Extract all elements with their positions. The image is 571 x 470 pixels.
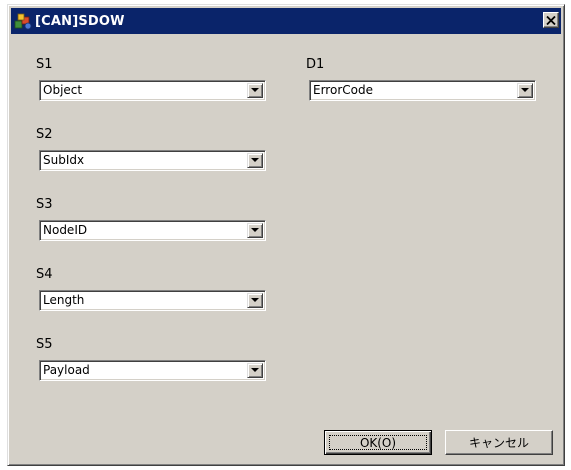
chevron-down-icon bbox=[521, 88, 529, 92]
close-button[interactable] bbox=[543, 12, 559, 28]
dialog-window: [CAN]SDOW S1 Object S2 SubIdx S3 NodeID … bbox=[7, 4, 565, 466]
s3-dropdown-arrow[interactable] bbox=[247, 223, 263, 238]
cancel-button[interactable]: キャンセル bbox=[445, 430, 553, 455]
d1-label: D1 bbox=[306, 57, 325, 72]
s4-value: Length bbox=[43, 293, 85, 307]
d1-value: ErrorCode bbox=[313, 83, 373, 97]
ok-button-label: OK(O) bbox=[359, 435, 397, 450]
chevron-down-icon bbox=[251, 298, 259, 302]
s2-dropdown[interactable]: SubIdx bbox=[39, 150, 266, 171]
title-bar[interactable]: [CAN]SDOW bbox=[11, 8, 561, 34]
s4-label: S4 bbox=[36, 267, 53, 282]
chevron-down-icon bbox=[251, 158, 259, 162]
chevron-down-icon bbox=[251, 88, 259, 92]
s2-value: SubIdx bbox=[43, 153, 85, 167]
d1-dropdown[interactable]: ErrorCode bbox=[309, 80, 536, 101]
s1-dropdown-arrow[interactable] bbox=[247, 83, 263, 98]
chevron-down-icon bbox=[251, 228, 259, 232]
chevron-down-icon bbox=[251, 368, 259, 372]
s5-dropdown-arrow[interactable] bbox=[247, 363, 263, 378]
s5-dropdown[interactable]: Payload bbox=[39, 360, 266, 381]
s4-dropdown-arrow[interactable] bbox=[247, 293, 263, 308]
s5-value: Payload bbox=[43, 363, 90, 377]
s1-label: S1 bbox=[36, 57, 53, 72]
window-title: [CAN]SDOW bbox=[35, 13, 125, 29]
s1-value: Object bbox=[43, 83, 83, 97]
s3-label: S3 bbox=[36, 197, 53, 212]
s1-dropdown[interactable]: Object bbox=[39, 80, 266, 101]
s2-label: S2 bbox=[36, 127, 53, 142]
s4-dropdown[interactable]: Length bbox=[39, 290, 266, 311]
app-icon bbox=[13, 12, 33, 30]
cancel-button-label: キャンセル bbox=[468, 436, 529, 450]
s5-label: S5 bbox=[36, 337, 53, 352]
s3-dropdown[interactable]: NodeID bbox=[39, 220, 266, 241]
close-icon bbox=[546, 15, 556, 25]
ok-button[interactable]: OK(O) bbox=[324, 430, 432, 455]
s2-dropdown-arrow[interactable] bbox=[247, 153, 263, 168]
d1-dropdown-arrow[interactable] bbox=[517, 83, 533, 98]
s3-value: NodeID bbox=[43, 223, 88, 237]
